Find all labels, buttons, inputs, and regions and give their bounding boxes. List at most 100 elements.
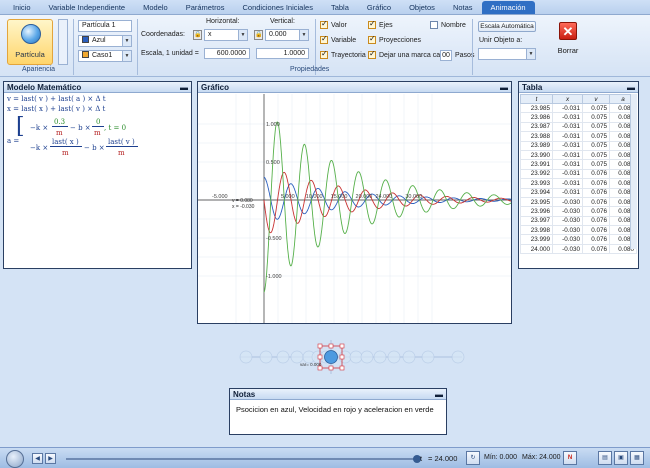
vertical-var-select[interactable]: 0.000 ▼	[265, 29, 309, 41]
table-row[interactable]: 23.993 -0.031 0.076 0.082	[519, 178, 637, 189]
a-line2-b: − b ×	[84, 144, 105, 152]
horizontal-var-select[interactable]: x ▼	[204, 29, 248, 41]
check-nombre[interactable]: Nombre	[430, 21, 466, 29]
join-object-select[interactable]: ▼	[478, 48, 536, 60]
check-valor-label: Valor	[331, 21, 347, 29]
resize-handle[interactable]	[339, 354, 345, 360]
check-ejes[interactable]: Ejes	[368, 19, 393, 29]
table-row[interactable]: 23.995 -0.030 0.076 0.081	[519, 196, 637, 208]
table-row[interactable]: 23.996 -0.030 0.076 0.081	[519, 206, 637, 217]
minimize-icon[interactable]: ▬	[500, 82, 508, 93]
table-row[interactable]: 23.990 -0.031 0.075 0.083	[519, 149, 637, 161]
marca-steps-input[interactable]: 00	[440, 50, 452, 61]
particle-button[interactable]: Partícula	[7, 19, 53, 65]
scale-horizontal-input[interactable]: 600.0000	[204, 48, 250, 59]
delete-button[interactable]: ✕ Borrar	[552, 22, 584, 68]
refresh-icon[interactable]: ↻	[466, 451, 480, 465]
minimize-icon[interactable]: ▬	[435, 389, 443, 400]
checkbox[interactable]	[368, 49, 376, 59]
table-row[interactable]: 23.986 -0.031 0.075 0.084	[519, 112, 637, 123]
table-cell: -0.030	[552, 234, 584, 245]
table-cell: 0.075	[582, 131, 610, 142]
tab-condiciones-iniciales[interactable]: Condiciones Iniciales	[233, 0, 321, 14]
table-row[interactable]: 23.999 -0.030 0.076 0.080	[519, 234, 637, 245]
particle[interactable]	[324, 350, 338, 364]
gallery-scroll[interactable]	[58, 19, 68, 65]
table-cell: 23.992	[519, 168, 554, 180]
layout-icon[interactable]: ▤	[598, 451, 612, 465]
table-cell: 23.985	[519, 102, 554, 114]
check-ejes-label: Ejes	[379, 21, 393, 29]
graph-panel: Gráfico ▬ 1.000 0.500 -0.500 -1.000 5.000 10.0…	[197, 81, 512, 324]
checkbox[interactable]	[368, 34, 376, 44]
time-slider[interactable]	[66, 455, 421, 463]
table-row[interactable]: 23.997 -0.030 0.076 0.081	[519, 215, 637, 227]
table-row[interactable]: 23.987 -0.031 0.075 0.083	[519, 121, 637, 133]
tab-tabla[interactable]: Tabla	[322, 0, 358, 14]
resize-handle[interactable]	[317, 354, 323, 360]
group-propiedades-label: Propiedades	[290, 66, 330, 73]
table-cell: -0.031	[552, 168, 584, 180]
tab-notas[interactable]: Notas	[444, 0, 482, 14]
table-row[interactable]: 23.998 -0.030 0.076 0.080	[519, 225, 637, 236]
resize-handle[interactable]	[328, 343, 334, 349]
window-icon[interactable]: ▣	[614, 451, 628, 465]
checkbox[interactable]	[320, 19, 328, 29]
table-cell: 23.991	[519, 159, 554, 170]
step-back-icon[interactable]: ◀	[32, 453, 43, 464]
lock-icon[interactable]: 🔒	[254, 30, 263, 40]
table-cell: -0.031	[552, 178, 584, 189]
resize-handle[interactable]	[317, 343, 323, 349]
case-select[interactable]: Caso1 ▼	[78, 50, 132, 62]
grid-icon[interactable]: ▦	[630, 451, 644, 465]
checkbox[interactable]	[368, 19, 376, 29]
check-trayectoria[interactable]: Trayectoria	[320, 49, 366, 59]
play-button[interactable]	[6, 450, 24, 468]
table-row[interactable]: 24.000 -0.030 0.076 0.080	[519, 243, 637, 255]
tab-grafico[interactable]: Gráfico	[358, 0, 400, 14]
table-row[interactable]: 23.989 -0.031 0.075 0.083	[519, 140, 637, 151]
table-cell: 0.075	[582, 121, 610, 133]
table-row[interactable]: 23.992 -0.031 0.076 0.082	[519, 168, 637, 180]
lock-icon[interactable]: 🔒	[193, 30, 202, 40]
resize-handle[interactable]	[339, 343, 345, 349]
auto-scale-button[interactable]: Escala Automática	[478, 21, 536, 32]
table-cell: 23.989	[519, 140, 554, 151]
checkbox[interactable]	[320, 49, 328, 59]
check-proyecciones-label: Proyecciones	[379, 36, 422, 44]
table-cell: 0.076	[582, 234, 610, 245]
step-forward-icon[interactable]: ▶	[45, 453, 56, 464]
chevron-down-icon: ▼	[122, 51, 131, 61]
table-scrollbar[interactable]	[630, 94, 637, 249]
resize-handle[interactable]	[339, 365, 345, 371]
checkbox[interactable]	[320, 34, 328, 44]
tab-inicio[interactable]: Inicio	[4, 0, 40, 14]
checkbox[interactable]	[430, 21, 438, 29]
graph-plot[interactable]: 1.000 0.500 -0.500 -1.000 5.000 10.000 15.000 2…	[198, 94, 511, 323]
check-marca[interactable]: Dejar una marca cada	[368, 49, 448, 59]
color-select[interactable]: Azul ▼	[78, 35, 132, 47]
scale-vertical-input[interactable]: 1.0000	[256, 48, 309, 59]
tab-parametros[interactable]: Parámetros	[177, 0, 234, 14]
tab-variable-independiente[interactable]: Variable Independiente	[40, 0, 135, 14]
notes-text[interactable]: Psocicion en azul, Velocidad en rojo y a…	[230, 400, 446, 419]
reset-icon[interactable]: N	[563, 451, 577, 465]
tab-animacion[interactable]: Animación	[481, 1, 535, 14]
minimize-icon[interactable]: ▬	[627, 82, 635, 93]
check-valor[interactable]: Valor	[320, 19, 347, 29]
resize-handle[interactable]	[328, 365, 334, 371]
check-proyecciones[interactable]: Proyecciones	[368, 34, 422, 44]
table-row[interactable]: 23.988 -0.031 0.075 0.083	[519, 131, 637, 142]
model-panel-title: Modelo Matemático	[7, 83, 82, 92]
tab-modelo[interactable]: Modelo	[134, 0, 177, 14]
check-marca-label: Dejar una marca cada	[379, 51, 448, 59]
table-cell: 23.999	[519, 234, 554, 245]
table-row[interactable]: 23.994 -0.031 0.076 0.081	[519, 187, 637, 198]
tab-objetos[interactable]: Objetos	[400, 0, 444, 14]
table-row[interactable]: 23.985 -0.031 0.075 0.084	[519, 102, 637, 114]
table-row[interactable]: 23.991 -0.031 0.075 0.082	[519, 159, 637, 170]
minimize-icon[interactable]: ▬	[180, 82, 188, 93]
check-variable[interactable]: Variable	[320, 34, 356, 44]
particle-name-field[interactable]: Partícula 1	[78, 20, 132, 32]
fraction-bar	[92, 126, 104, 127]
